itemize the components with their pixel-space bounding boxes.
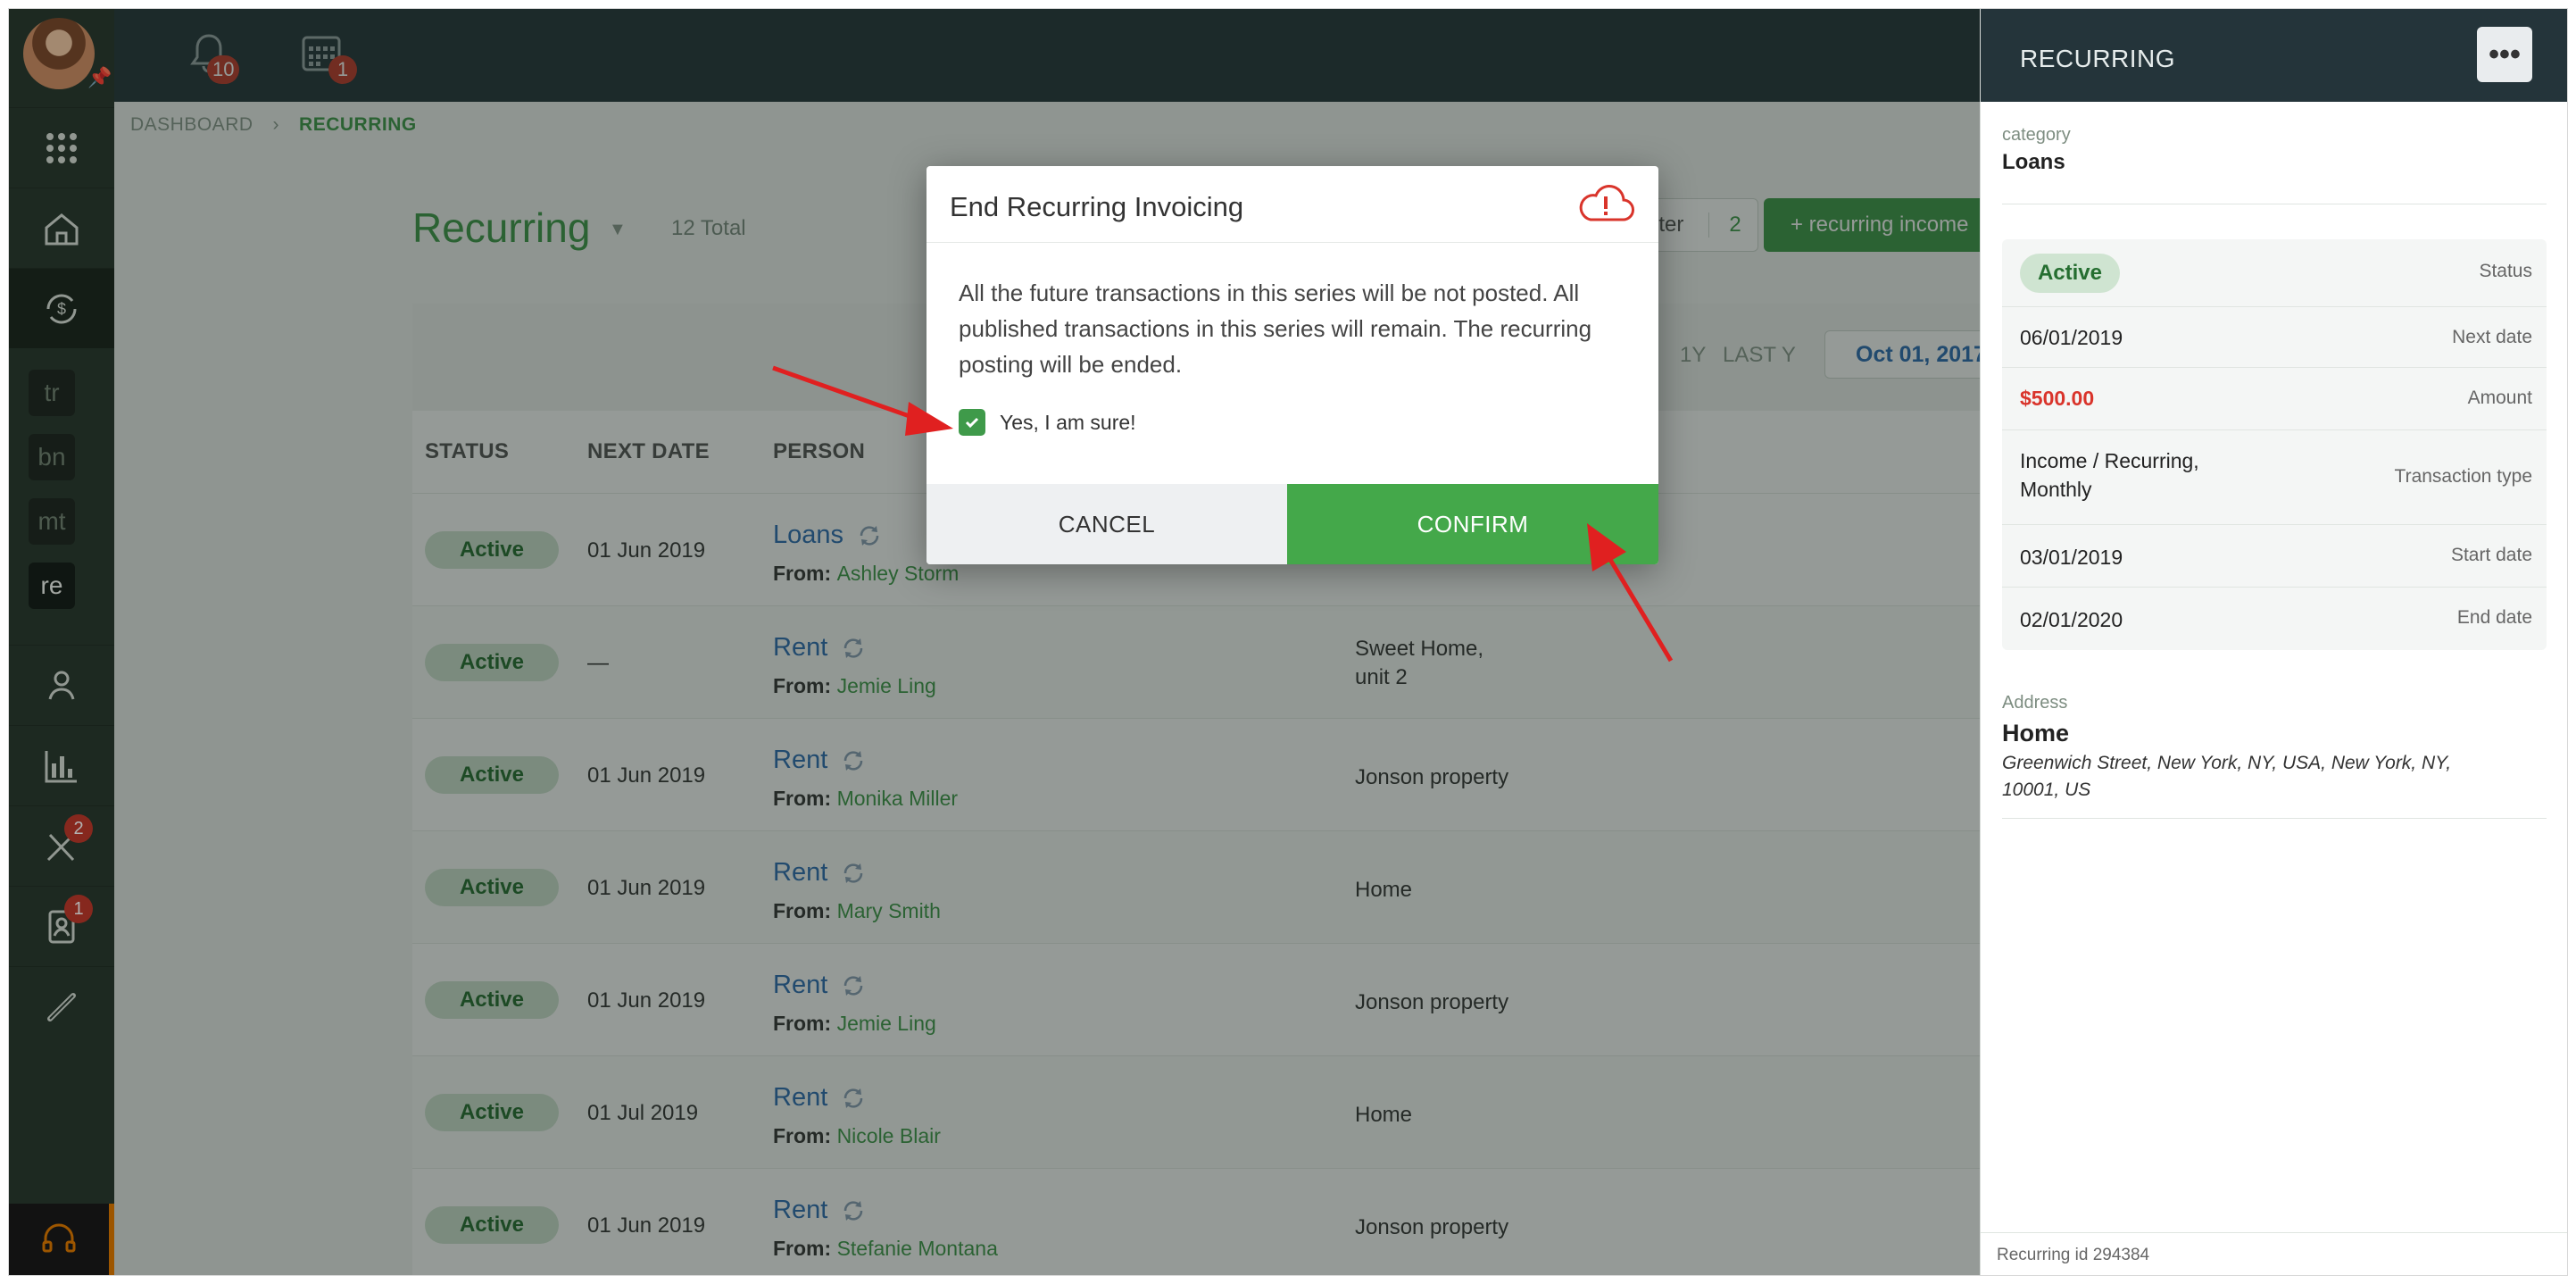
details-card: Active Status 06/01/2019 Next date $500.… bbox=[2002, 239, 2547, 650]
category-label: category bbox=[2002, 125, 2071, 145]
apps-grid-icon[interactable] bbox=[9, 107, 114, 188]
pin-icon[interactable]: 📌 bbox=[87, 66, 112, 89]
start-date-row: 03/01/2019 Start date bbox=[2002, 525, 2547, 588]
transaction-type-label: Transaction type bbox=[2394, 466, 2532, 487]
tag-re[interactable]: re bbox=[29, 563, 75, 609]
panel-divider bbox=[2002, 818, 2547, 819]
amount-label: Amount bbox=[2467, 388, 2532, 408]
modal-message: All the future transactions in this seri… bbox=[959, 279, 1592, 378]
avatar[interactable] bbox=[23, 18, 95, 89]
tag-mt[interactable]: mt bbox=[29, 498, 75, 545]
recurring-details-panel: RECURRING ••• category Loans Active Stat… bbox=[1980, 9, 2567, 1275]
svg-text:$: $ bbox=[57, 300, 66, 318]
panel-header: RECURRING ••• bbox=[1981, 9, 2567, 102]
recurring-id: Recurring id 294384 bbox=[1981, 1232, 2567, 1275]
tools-icon[interactable] bbox=[9, 805, 114, 886]
transaction-type-row: Income / Recurring, Monthly Transaction … bbox=[2002, 430, 2547, 525]
end-recurring-modal: End Recurring Invoicing All the future t… bbox=[927, 166, 1658, 564]
confirm-checkbox[interactable]: Yes, I am sure! bbox=[959, 409, 1136, 436]
status-row: Active Status bbox=[2002, 239, 2547, 307]
start-date-label: Start date bbox=[2450, 545, 2532, 565]
transaction-type-value: Income / Recurring, Monthly bbox=[2020, 449, 2199, 501]
confirm-button[interactable]: CONFIRM bbox=[1287, 484, 1658, 564]
end-date-row: 02/01/2020 End date bbox=[2002, 588, 2547, 650]
tag-bn[interactable]: bn bbox=[29, 434, 75, 480]
modal-header: End Recurring Invoicing bbox=[927, 166, 1658, 243]
recurring-money-icon[interactable]: $ bbox=[9, 268, 114, 348]
support-headset-icon[interactable] bbox=[9, 1204, 114, 1275]
tag-tr[interactable]: tr bbox=[29, 370, 75, 416]
next-date-label: Next date bbox=[2452, 327, 2532, 347]
category-value: Loans bbox=[2002, 150, 2065, 174]
end-date-label: End date bbox=[2456, 607, 2532, 628]
reports-chart-icon[interactable] bbox=[9, 725, 114, 805]
contacts-badge: 1 bbox=[64, 895, 93, 923]
amount-value: $500.00 bbox=[2020, 387, 2095, 410]
left-sidebar: 📌 $ tr bn mt re 2 1 bbox=[9, 9, 114, 1275]
end-date-value: 02/01/2020 bbox=[2020, 608, 2123, 631]
next-date-value: 06/01/2019 bbox=[2020, 326, 2123, 349]
next-date-row: 06/01/2019 Next date bbox=[2002, 307, 2547, 368]
status-badge: Active bbox=[2020, 254, 2120, 293]
properties-house-icon[interactable] bbox=[9, 188, 114, 268]
address-label: Address bbox=[2002, 693, 2068, 713]
address-name: Home bbox=[2002, 720, 2070, 746]
status-label: Status bbox=[2479, 261, 2532, 281]
cancel-button[interactable]: CANCEL bbox=[927, 484, 1287, 564]
link-icon[interactable] bbox=[9, 966, 114, 1046]
checkbox-label[interactable]: Yes, I am sure! bbox=[1000, 411, 1136, 435]
amount-row: $500.00 Amount bbox=[2002, 368, 2547, 430]
contacts-people-icon[interactable] bbox=[9, 645, 114, 725]
cloud-warning-icon bbox=[1576, 180, 1635, 227]
checkbox-checked-icon[interactable] bbox=[959, 409, 985, 436]
more-options-icon[interactable]: ••• bbox=[2477, 27, 2532, 82]
tools-badge: 2 bbox=[64, 814, 93, 843]
app-window: 10 1 DASHBOARD › RECURRING Recurring ▼ 1… bbox=[9, 9, 2567, 1275]
panel-title: RECURRING bbox=[2020, 45, 2176, 72]
modal-title: End Recurring Invoicing bbox=[950, 191, 1244, 222]
contact-card-icon[interactable] bbox=[9, 886, 114, 966]
address-line: Greenwich Street, New York, NY, USA, New… bbox=[2002, 753, 2452, 800]
start-date-value: 03/01/2019 bbox=[2020, 546, 2123, 569]
